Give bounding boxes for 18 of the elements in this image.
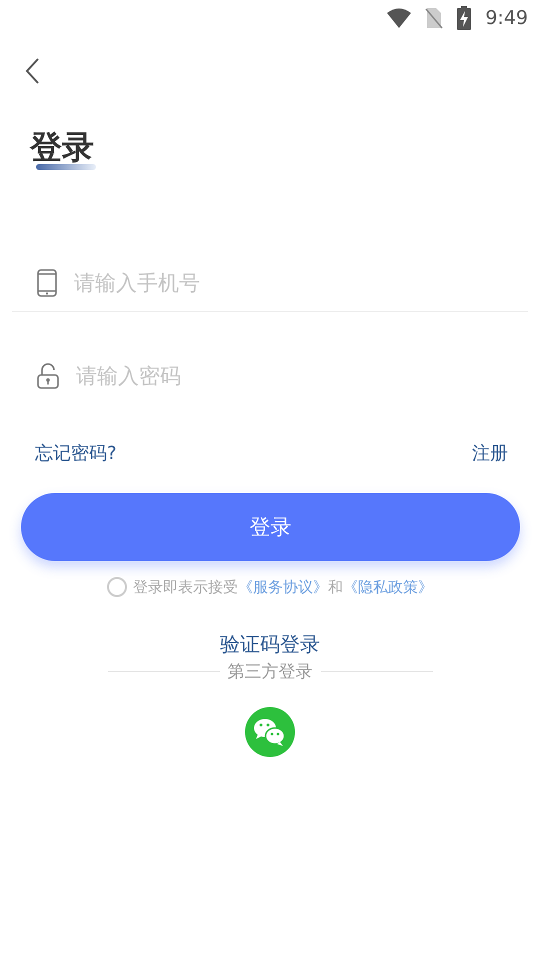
no-sim-icon bbox=[425, 7, 444, 29]
lock-icon bbox=[36, 363, 60, 389]
status-time: 9:49 bbox=[485, 7, 528, 29]
login-button[interactable]: 登录 bbox=[21, 493, 520, 561]
agreement-text: 登录即表示接受《服务协议》和《隐私政策》 bbox=[133, 578, 433, 596]
wifi-icon bbox=[387, 8, 412, 28]
page-title: 登录 bbox=[30, 130, 94, 164]
title-underline bbox=[36, 164, 96, 170]
third-party-label: 第三方登录 bbox=[228, 661, 312, 683]
agreement-checkbox[interactable] bbox=[107, 577, 127, 597]
battery-charging-icon bbox=[457, 6, 472, 30]
phone-field[interactable]: 请输入手机号 bbox=[74, 271, 528, 295]
phone-icon bbox=[36, 269, 58, 297]
password-field[interactable]: 请输入密码 bbox=[76, 364, 528, 388]
code-login-link[interactable]: 验证码登录 bbox=[220, 631, 320, 658]
register-link[interactable]: 注册 bbox=[472, 441, 508, 465]
forgot-password-link[interactable]: 忘记密码? bbox=[35, 441, 117, 465]
wechat-button[interactable] bbox=[245, 707, 295, 757]
